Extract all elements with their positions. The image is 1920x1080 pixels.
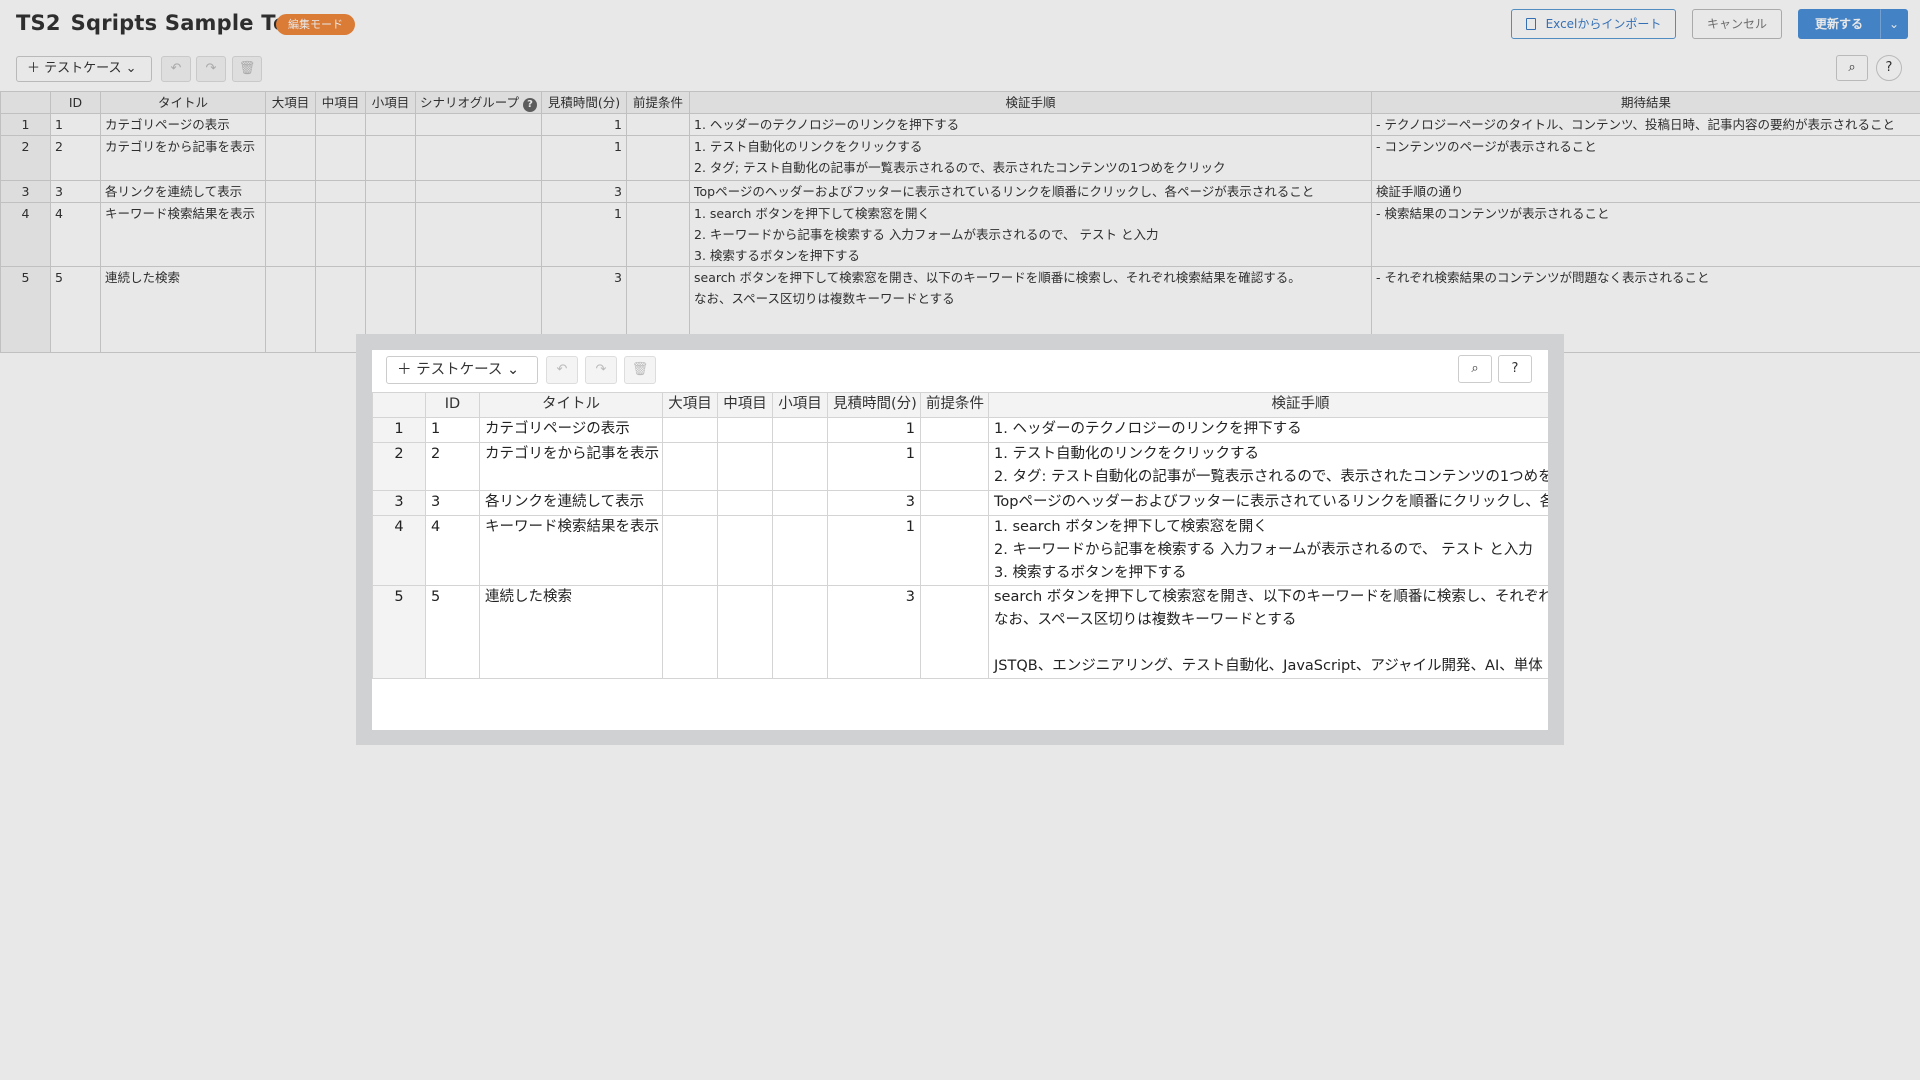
cell-title[interactable]: カテゴリページの表示 [479, 417, 663, 443]
column-header-title[interactable]: タイトル [479, 392, 663, 418]
add-testcase-button[interactable]: ＋ テストケース ⌄ [386, 356, 538, 384]
step-line: 1. search ボタンを押下して検索窓を開く [994, 519, 1268, 535]
cell-title[interactable]: 連続した検索 [479, 585, 663, 679]
zoom-testcase-grid: ID タイトル 大項目 中項目 小項目 見積時間(分) 前提条件 検証手順 1 … [372, 392, 1548, 679]
grid-header-row: ID タイトル 大項目 中項目 小項目 見積時間(分) 前提条件 検証手順 [372, 392, 1548, 418]
undo-icon[interactable]: ↶ [546, 356, 578, 384]
cell-precondition[interactable] [920, 585, 989, 679]
cell-id[interactable]: 1 [425, 417, 480, 443]
column-header-major[interactable]: 大項目 [662, 392, 718, 418]
cell-major[interactable] [662, 442, 718, 491]
cell-title[interactable]: 各リンクを連続して表示 [479, 490, 663, 516]
cell-steps[interactable]: 1. ヘッダーのテクノロジーのリンクを押下する [988, 417, 1548, 443]
cell-steps[interactable]: search ボタンを押下して検索窓を開き、以下のキーワードを順番に検索し、それ… [988, 585, 1548, 679]
cell-major[interactable] [662, 417, 718, 443]
cell-estimate[interactable]: 1 [827, 417, 921, 443]
step-line: 1. テスト自動化のリンクをクリックする [994, 446, 1259, 462]
cell-steps[interactable]: Topページのヘッダーおよびフッターに表示されているリンクを順番にクリックし、各… [988, 490, 1548, 516]
row-number-header [372, 392, 426, 418]
row-number[interactable]: 4 [372, 515, 426, 586]
cell-minor[interactable] [772, 585, 828, 679]
row-number[interactable]: 3 [372, 490, 426, 516]
cell-id[interactable]: 5 [425, 585, 480, 679]
row-number[interactable]: 2 [372, 442, 426, 491]
column-header-precondition[interactable]: 前提条件 [920, 392, 989, 418]
step-line: JSTQB、エンジニアリング、テスト自動化、JavaScript、アジャイル開発… [994, 658, 1548, 674]
step-line: 2. キーワードから記事を検索する 入力フォームが表示されるので、 テスト と入… [994, 542, 1533, 558]
step-line: Topページのヘッダーおよびフッターに表示されているリンクを順番にクリックし、各… [994, 494, 1548, 510]
zoom-toolbar: ＋ テストケース ⌄ ↶ ↷ 🗑 ⌕ ? [372, 350, 1548, 392]
cell-id[interactable]: 4 [425, 515, 480, 586]
column-header-steps[interactable]: 検証手順 [988, 392, 1548, 418]
cell-estimate[interactable]: 1 [827, 515, 921, 586]
cell-precondition[interactable] [920, 515, 989, 586]
help-icon[interactable]: ? [1498, 355, 1532, 383]
cell-estimate[interactable]: 3 [827, 585, 921, 679]
table-row[interactable]: 2 2 カテゴリをから記事を表示 1 1. テスト自動化のリンクをクリックする 2… [372, 442, 1548, 491]
cell-precondition[interactable] [920, 490, 989, 516]
cell-title[interactable]: カテゴリをから記事を表示 [479, 442, 663, 491]
cell-id[interactable]: 3 [425, 490, 480, 516]
table-row[interactable]: 4 4 キーワード検索結果を表示 1 1. search ボタンを押下して検索窓… [372, 515, 1548, 586]
step-line: なお、スペース区切りは複数キーワードとする [994, 612, 1297, 628]
step-line: 3. 検索するボタンを押下する [994, 565, 1187, 581]
cell-minor[interactable] [772, 417, 828, 443]
column-header-estimate[interactable]: 見積時間(分) [827, 392, 921, 418]
cell-steps[interactable]: 1. search ボタンを押下して検索窓を開く 2. キーワードから記事を検索す… [988, 515, 1548, 586]
delete-icon[interactable]: 🗑 [624, 356, 656, 384]
cell-estimate[interactable]: 3 [827, 490, 921, 516]
column-header-middle[interactable]: 中項目 [717, 392, 773, 418]
search-icon[interactable]: ⌕ [1458, 355, 1492, 383]
table-row[interactable]: 5 5 連続した検索 3 search ボタンを押下して検索窓を開き、以下のキー… [372, 585, 1548, 679]
cell-title[interactable]: キーワード検索結果を表示 [479, 515, 663, 586]
cell-minor[interactable] [772, 490, 828, 516]
column-header-id[interactable]: ID [425, 392, 480, 418]
zoom-preview-panel: ＋ テストケース ⌄ ↶ ↷ 🗑 ⌕ ? ID タイトル 大項目 中項目 小項目… [372, 350, 1548, 730]
column-header-minor[interactable]: 小項目 [772, 392, 828, 418]
row-number[interactable]: 5 [372, 585, 426, 679]
row-number[interactable]: 1 [372, 417, 426, 443]
cell-middle[interactable] [717, 442, 773, 491]
zoom-preview-frame: ＋ テストケース ⌄ ↶ ↷ 🗑 ⌕ ? ID タイトル 大項目 中項目 小項目… [356, 334, 1564, 745]
cell-minor[interactable] [772, 442, 828, 491]
cell-major[interactable] [662, 515, 718, 586]
cell-precondition[interactable] [920, 442, 989, 491]
cell-middle[interactable] [717, 490, 773, 516]
cell-estimate[interactable]: 1 [827, 442, 921, 491]
cell-precondition[interactable] [920, 417, 989, 443]
redo-icon[interactable]: ↷ [585, 356, 617, 384]
cell-steps[interactable]: 1. テスト自動化のリンクをクリックする 2. タグ: テスト自動化の記事が一覧表… [988, 442, 1548, 491]
cell-major[interactable] [662, 585, 718, 679]
table-row[interactable]: 1 1 カテゴリページの表示 1 1. ヘッダーのテクノロジーのリンクを押下する [372, 417, 1548, 443]
cell-minor[interactable] [772, 515, 828, 586]
cell-middle[interactable] [717, 585, 773, 679]
step-line: 1. ヘッダーのテクノロジーのリンクを押下する [994, 421, 1302, 437]
step-line [994, 632, 1548, 655]
cell-id[interactable]: 2 [425, 442, 480, 491]
step-line: 2. タグ: テスト自動化の記事が一覧表示されるので、表示されたコンテンツの1つ… [994, 469, 1548, 485]
step-line: search ボタンを押下して検索窓を開き、以下のキーワードを順番に検索し、それ… [994, 589, 1548, 605]
table-row[interactable]: 3 3 各リンクを連続して表示 3 Topページのヘッダーおよびフッターに表示さ… [372, 490, 1548, 516]
cell-middle[interactable] [717, 515, 773, 586]
cell-major[interactable] [662, 490, 718, 516]
cell-middle[interactable] [717, 417, 773, 443]
